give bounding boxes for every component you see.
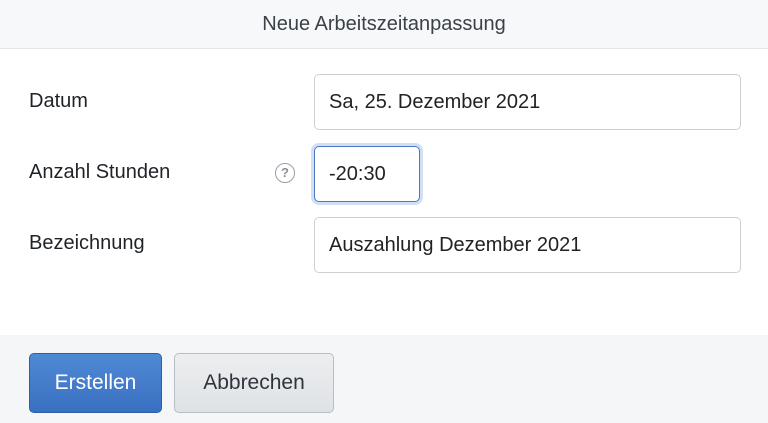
bezeichnung-label: Bezeichnung	[29, 232, 145, 254]
dialog-header: Neue Arbeitszeitanpassung	[0, 0, 768, 49]
stunden-label: Anzahl Stunden	[29, 161, 171, 183]
datum-label: Datum	[29, 90, 88, 112]
bezeichnung-input[interactable]	[314, 217, 741, 273]
create-button[interactable]: Erstellen	[29, 353, 162, 413]
dialog-title: Neue Arbeitszeitanpassung	[262, 12, 506, 35]
datum-input[interactable]	[314, 74, 741, 130]
dialog: Neue Arbeitszeitanpassung Datum Anzahl S…	[0, 0, 768, 423]
question-circle-icon[interactable]: ?	[275, 163, 295, 183]
dialog-footer: Erstellen Abbrechen	[0, 335, 768, 423]
cancel-button[interactable]: Abbrechen	[174, 353, 334, 413]
stunden-input[interactable]	[314, 146, 420, 202]
